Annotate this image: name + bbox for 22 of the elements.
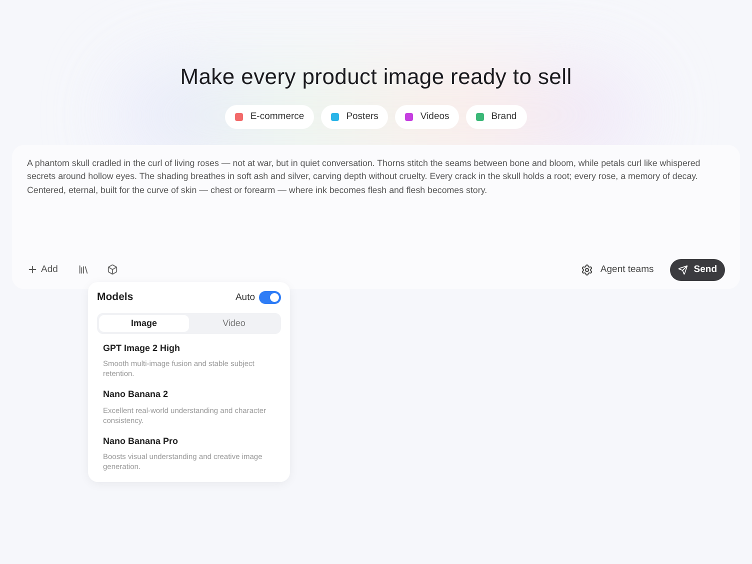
- library-icon[interactable]: [78, 264, 89, 276]
- model-name[interactable]: Nano Banana 2: [103, 388, 275, 402]
- gear-icon: [581, 264, 594, 276]
- category-chip[interactable]: Videos: [395, 105, 460, 129]
- paper-plane-icon: [678, 264, 688, 275]
- category-chip[interactable]: Brand: [466, 105, 527, 129]
- category-chip[interactable]: Posters: [321, 105, 388, 129]
- model-name[interactable]: GPT Image 2 High: [103, 342, 275, 356]
- plus-icon: [27, 264, 38, 276]
- prompt-text[interactable]: A phantom skull cradled in the curl of living roses — not at war, but in quiet conversation. Thorns stitch the seams between bone and bloom, while petals curl like whispered secrets around hollow eyes. The shading breathes in soft ash and silver, carving depth without cruelty. Every crack in the skull holds a root; every rose, a memory of decay. Centered, eternal, built for the curve of skin — chest or forearm — where ink becomes flesh and flesh becomes story.: [27, 157, 725, 197]
- add-button[interactable]: Add: [27, 262, 58, 277]
- category-chip[interactable]: E-commerce: [225, 105, 314, 129]
- cube-icon[interactable]: [106, 264, 118, 276]
- auto-toggle[interactable]: [259, 291, 281, 304]
- auto-label: Auto: [235, 290, 255, 305]
- agent-teams-button[interactable]: Agent teams: [575, 258, 660, 281]
- model-tab[interactable]: Image: [99, 314, 189, 332]
- model-tab[interactable]: Video: [189, 314, 279, 332]
- panel-title: Models: [97, 290, 134, 305]
- send-button[interactable]: Send: [670, 258, 725, 281]
- model-name[interactable]: Nano Banana Pro: [103, 434, 275, 448]
- headline: Make every product image ready to sell: [180, 63, 572, 91]
